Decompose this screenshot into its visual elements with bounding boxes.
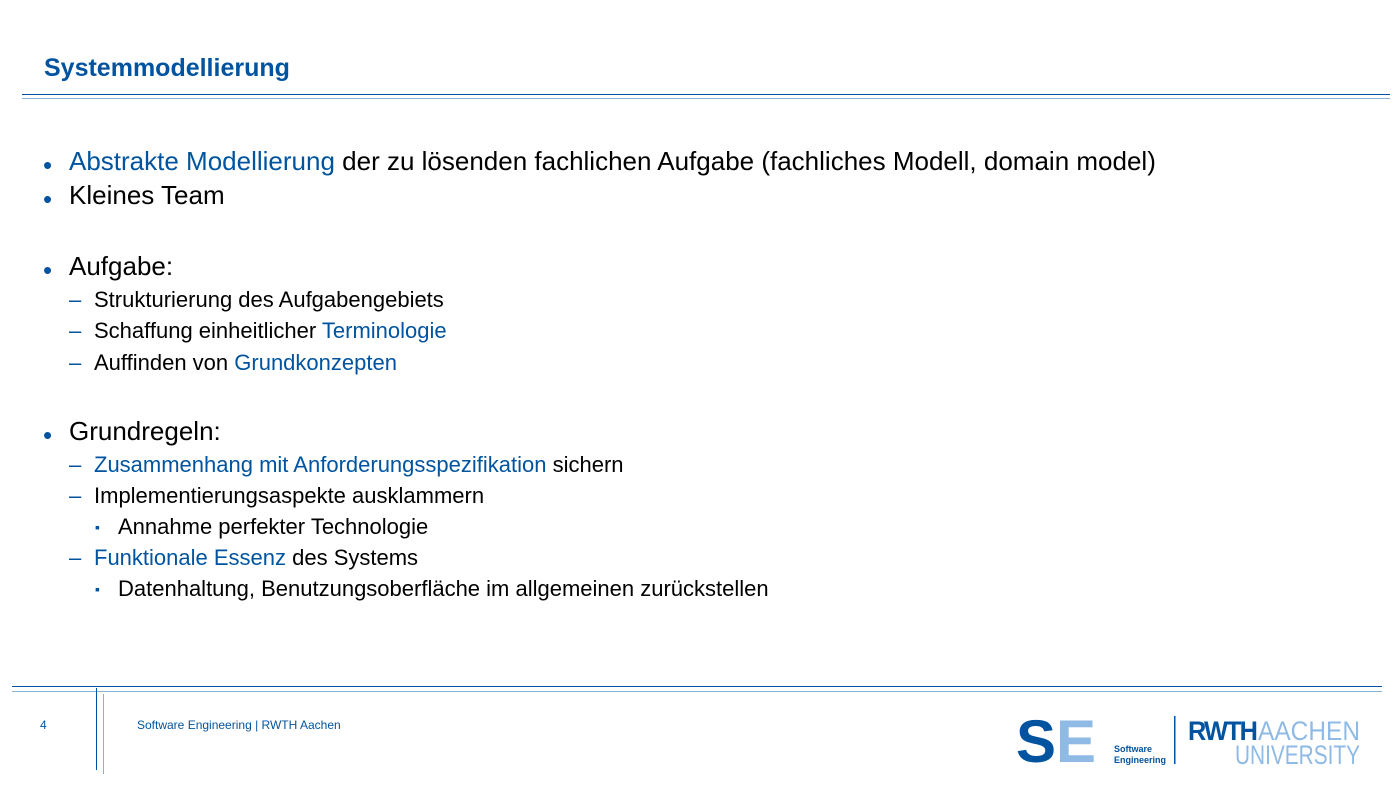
rwth-logo-university: UNIVERSITY	[1235, 740, 1360, 768]
footer-divider	[96, 688, 97, 770]
sub-highlight: Grundkonzepten	[234, 350, 397, 375]
bullet-grundregeln: Grundregeln:	[69, 416, 221, 446]
sub-highlight: Funktionale Essenz	[94, 545, 286, 570]
rwth-logo-icon: RWTH AACHEN UNIVERSITY	[1188, 716, 1360, 768]
se-logo-e-glyph: E	[1056, 712, 1096, 768]
sub-text: Auffinden von	[94, 350, 235, 375]
footer-rule-secondary	[12, 691, 1382, 692]
bullet-text: der zu lösenden fachlichen Aufgabe (fach…	[334, 146, 1156, 176]
se-logo-text-1: Software	[1114, 744, 1152, 754]
sub-strukturierung: Strukturierung des Aufgabengebiets	[94, 287, 444, 312]
dash-icon: –	[69, 350, 82, 375]
se-logo-icon: S SE E Software Engineering	[1016, 712, 1176, 768]
bullet-aufgabe: Aufgabe:	[69, 251, 174, 281]
sub-terminologie: Schaffung einheitlicher Terminologie	[94, 320, 447, 342]
slide-title: Systemmodellierung	[44, 54, 290, 82]
subsub-datenhaltung: Datenhaltung, Benutzungsoberfläche im al…	[118, 576, 769, 601]
bullet-icon: •	[43, 255, 53, 285]
se-logo-text-2: Engineering	[1114, 755, 1166, 765]
dash-icon: –	[69, 483, 82, 508]
sub-text: sichern	[546, 452, 624, 477]
bullet-highlight: Abstrakte Modellierung	[69, 146, 335, 176]
subsub-technologie: Annahme perfekter Technologie	[118, 514, 429, 539]
dash-icon: –	[69, 452, 82, 477]
footer-text: Software Engineering | RWTH Aachen	[137, 718, 341, 732]
sub-highlight: Zusammenhang mit Anforderungsspezifikati…	[94, 452, 547, 477]
title-rule	[22, 94, 1390, 95]
bullet-icon: •	[43, 150, 53, 180]
dash-icon: –	[69, 318, 82, 343]
bullet-kleines-team: Kleines Team	[69, 180, 225, 210]
square-bullet-icon: ▪	[95, 581, 100, 597]
square-bullet-icon: ▪	[95, 519, 100, 535]
bullet-icon: •	[43, 420, 53, 450]
footer-rule	[12, 686, 1382, 687]
dash-icon: –	[69, 545, 82, 570]
title-rule-secondary	[22, 98, 1390, 99]
sub-text: des Systems	[286, 545, 419, 570]
sub-highlight: Terminologie	[321, 318, 447, 343]
page-number: 4	[40, 718, 47, 732]
bullet-icon: •	[43, 184, 53, 214]
footer-divider-secondary	[103, 694, 104, 774]
bullet-abstrakte-modellierung: Abstrakte Modellierung der zu lösenden f…	[69, 148, 1156, 174]
sub-text: Schaffung einheitlicher	[94, 318, 322, 343]
dash-icon: –	[69, 287, 82, 312]
logo-separator	[1174, 716, 1176, 764]
sub-funktionale-essenz: Funktionale Essenz des Systems	[94, 547, 418, 569]
se-logo-s: S	[1016, 712, 1054, 768]
sub-zusammenhang: Zusammenhang mit Anforderungsspezifikati…	[94, 454, 624, 476]
sub-grundkonzepte: Auffinden von Grundkonzepten	[94, 352, 397, 374]
sub-implementierung: Implementierungsaspekte ausklammern	[94, 483, 485, 508]
